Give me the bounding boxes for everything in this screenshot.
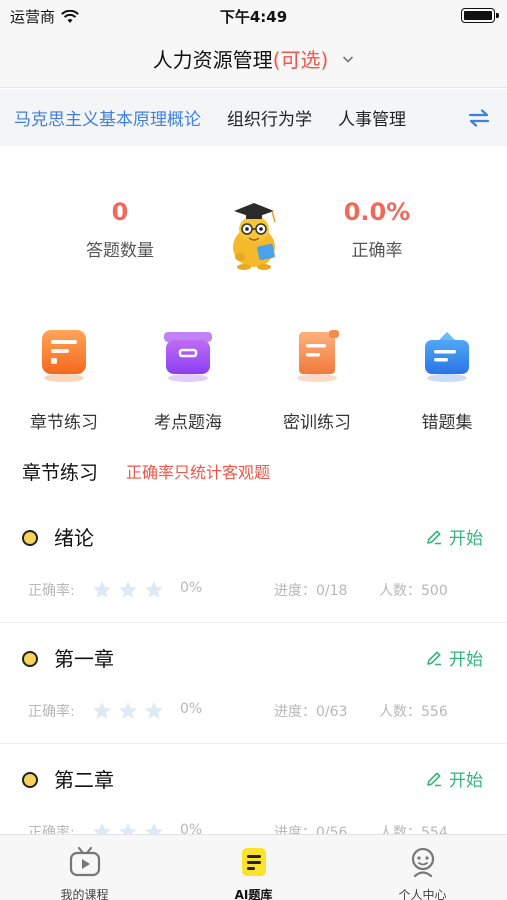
secret-training-icon — [297, 330, 339, 382]
subject-tab[interactable]: 组织行为学 — [214, 105, 325, 130]
wrong-questions-label: 错题集 — [421, 413, 473, 433]
subject-tabs-scroll[interactable]: 马克思主义基本原理概论 组织行为学 人事管理 — [0, 89, 450, 146]
accuracy-label: 正确率: — [28, 704, 75, 720]
progress-text: 进度：0/63 — [274, 704, 348, 720]
tab-profile[interactable]: 个人中心 — [338, 835, 507, 900]
question-bank-tab-icon — [241, 848, 266, 876]
switch-subject-button[interactable] — [450, 89, 507, 146]
mascot-graduate-icon — [233, 203, 276, 270]
section-header: 章节练习 正确率只统计客观题 — [22, 456, 270, 486]
start-button[interactable]: 开始 — [425, 766, 483, 791]
chapter-practice-icon — [42, 330, 86, 382]
start-label: 开始 — [449, 771, 483, 791]
star-rating — [92, 580, 164, 600]
start-label: 开始 — [449, 650, 483, 670]
chapter-practice-button[interactable]: 章节练习 — [4, 320, 124, 433]
people-count: 人数：556 — [379, 704, 448, 720]
chapter-dot — [22, 651, 38, 667]
question-bank-button[interactable]: 考点题海 — [128, 320, 248, 433]
chapter-name: 绪论 — [54, 526, 94, 550]
star-icon — [93, 702, 111, 719]
course-title-text: 人力资源管理 — [152, 48, 273, 72]
profile-icon — [411, 847, 434, 878]
accuracy-value: 0.0% — [343, 198, 411, 226]
answered-count-value: 0 — [111, 198, 129, 226]
accuracy-stat: 0.0% 正确率 — [297, 198, 457, 261]
answered-count-label: 答题数量 — [86, 241, 154, 261]
accuracy-label: 正确率 — [351, 241, 403, 261]
tab-label: 个人中心 — [398, 888, 447, 900]
quick-actions: 章节练习 考点题海 密训练习 错题集 — [0, 320, 507, 433]
bottom-tab-bar: 我的课程 AI题库 个人中心 — [0, 834, 507, 900]
tab-my-courses[interactable]: 我的课程 — [0, 835, 169, 900]
chapter-name: 第二章 — [54, 768, 114, 792]
course-title[interactable]: 人力资源管理(可选) — [153, 44, 329, 73]
people-count: 人数：500 — [379, 583, 448, 599]
tabs-fade — [420, 89, 450, 146]
accuracy-value: 0% — [180, 701, 203, 717]
list-item[interactable]: 绪论 开始 正确率: 0% 进度：0/18 人数：500 — [0, 502, 507, 623]
stats-panel: 0 答题数量 0.0% 正确率 — [0, 146, 507, 306]
subject-tab[interactable]: 人事管理 — [325, 105, 419, 130]
wrong-questions-icon — [425, 332, 469, 382]
star-icon — [119, 702, 137, 719]
tab-ai-question-bank[interactable]: AI题库 — [169, 835, 338, 900]
edit-pencil-icon — [427, 651, 441, 665]
subject-tab[interactable]: 马克思主义基本原理概论 — [0, 105, 214, 130]
start-button[interactable]: 开始 — [425, 645, 483, 670]
start-button[interactable]: 开始 — [425, 524, 483, 549]
accuracy-label: 正确率: — [28, 583, 75, 599]
section-title: 章节练习 — [22, 461, 99, 484]
star-icon — [119, 581, 137, 598]
nav-bar[interactable]: 人力资源管理(可选) — [0, 30, 507, 88]
chevron-down-icon[interactable] — [342, 53, 354, 65]
course-optional-tag: (可选) — [272, 48, 329, 72]
subject-tabs: 马克思主义基本原理概论 组织行为学 人事管理 — [0, 89, 507, 146]
battery-icon — [461, 8, 499, 23]
secret-training-label: 密训练习 — [283, 413, 351, 433]
wrong-questions-button[interactable]: 错题集 — [387, 320, 507, 433]
accuracy-value: 0% — [180, 580, 203, 596]
star-icon — [145, 702, 163, 719]
progress-text: 进度：0/18 — [274, 583, 348, 599]
status-time: 下午4:49 — [219, 8, 288, 26]
edit-pencil-icon — [427, 772, 441, 786]
swap-arrows-icon — [468, 108, 489, 127]
chapter-practice-label: 章节练习 — [30, 413, 98, 433]
star-icon — [93, 581, 111, 598]
tab-label: 我的课程 — [60, 888, 109, 900]
chapter-meta: 正确率: 0% 进度：0/18 人数：500 — [28, 580, 498, 600]
chapter-name: 第一章 — [54, 647, 114, 671]
star-icon — [145, 581, 163, 598]
answered-count-stat: 0 答题数量 — [40, 198, 200, 261]
question-bank-icon — [164, 332, 212, 382]
status-bar: 运营商 下午4:49 — [0, 0, 507, 30]
chapter-dot — [22, 772, 38, 788]
star-rating — [92, 701, 164, 721]
start-label: 开始 — [449, 529, 483, 549]
edit-pencil-icon — [427, 530, 441, 544]
section-note: 正确率只统计客观题 — [126, 463, 271, 482]
chapter-meta: 正确率: 0% 进度：0/63 人数：556 — [28, 701, 498, 721]
secret-training-button[interactable]: 密训练习 — [257, 320, 377, 433]
list-item[interactable]: 第一章 开始 正确率: 0% 进度：0/63 人数：556 — [0, 623, 507, 744]
chapter-dot — [22, 530, 38, 546]
video-course-icon — [69, 846, 100, 877]
tab-label: AI题库 — [234, 888, 273, 900]
question-bank-label: 考点题海 — [154, 413, 222, 433]
